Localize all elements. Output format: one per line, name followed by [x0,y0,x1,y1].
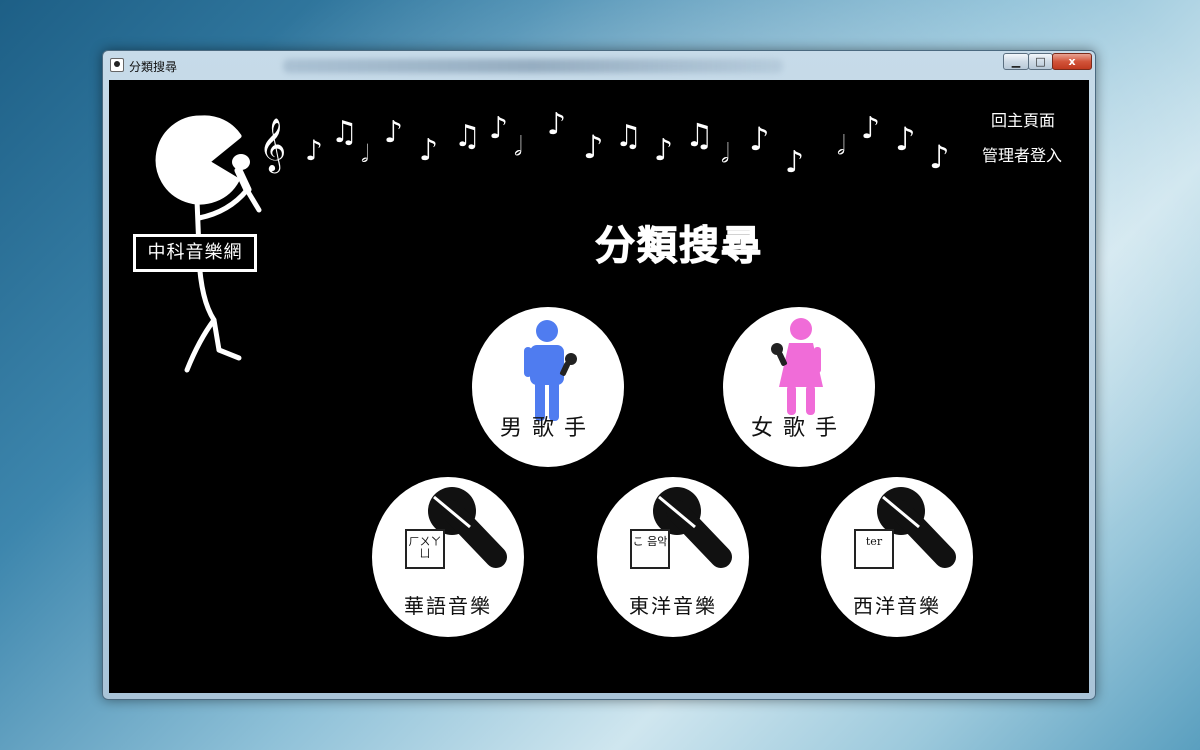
svg-text:♪: ♪ [489,111,508,146]
close-button[interactable]: x [1052,53,1092,70]
svg-text:♪: ♪ [785,145,804,180]
svg-text:♫: ♫ [685,116,714,154]
category-chinese-music[interactable]: ㄏㄨㄚㄩ 華語音樂 [372,477,524,637]
svg-text:𝅗𝅥: 𝅗𝅥 [514,132,522,162]
page-title: 分類搜尋 [595,223,763,270]
svg-text:♫: ♫ [615,119,642,154]
western-letters-tag: ter [854,529,894,569]
japanese-music-label: 東洋音樂 [629,594,717,618]
window-title: 分類搜尋 [129,60,178,74]
category-male-singer[interactable]: 男歌手 [472,307,624,467]
app-icon [110,58,124,72]
svg-text:♪: ♪ [547,107,566,142]
svg-text:♪: ♪ [654,133,673,168]
svg-text:𝅗𝅥: 𝅗𝅥 [361,140,369,168]
svg-text:♪: ♪ [583,128,603,166]
category-female-singer[interactable]: 女歌手 [723,307,875,467]
home-link[interactable]: 回主頁面 [991,107,1055,131]
svg-text:♪: ♪ [861,111,880,146]
svg-text:♪: ♪ [895,120,915,158]
svg-text:𝅗𝅥: 𝅗𝅥 [721,139,729,169]
male-singer-icon [524,320,577,421]
svg-text:𝅗𝅥: 𝅗𝅥 [837,131,845,161]
svg-text:♫: ♫ [454,119,481,154]
admin-login-link[interactable]: 管理者登入 [982,142,1062,166]
app-window: 分類搜尋 ▁ □ x 𝄞 ♪ ♫ 𝅗𝅥 ♪ ♪ ♫ ♪ 𝅗𝅥 ♪ ♪ ♫ ♪ ♫ [102,50,1096,700]
minimize-button[interactable]: ▁ [1003,53,1029,70]
svg-text:♪: ♪ [419,133,438,168]
female-singer-icon [771,318,823,415]
svg-text:♪: ♪ [384,115,403,150]
client-area: 𝄞 ♪ ♫ 𝅗𝅥 ♪ ♪ ♫ ♪ 𝅗𝅥 ♪ ♪ ♫ ♪ ♫ 𝅗𝅥 ♪ ♪ 𝅗𝅥 … [109,80,1089,693]
category-western-music[interactable]: ter 西洋音樂 [821,477,973,637]
svg-text:♪: ♪ [929,138,949,176]
female-singer-label: 女歌手 [750,416,847,441]
category-japanese-music[interactable]: こ 음악 東洋音樂 [597,477,749,637]
male-singer-label: 男歌手 [499,416,596,441]
western-music-label: 西洋音樂 [853,594,941,618]
chinese-music-label: 華語音樂 [404,594,492,618]
svg-text:♪: ♪ [749,120,769,158]
svg-text:♫: ♫ [331,115,358,150]
titlebar-glass [283,59,783,73]
maximize-button[interactable]: □ [1028,53,1053,70]
site-logo[interactable]: 中科音樂網 [133,234,257,272]
chinese-phonetic-tag: ㄏㄨㄚㄩ [405,529,445,569]
title-bar[interactable]: 分類搜尋 ▁ □ x [103,51,1095,79]
japanese-script-tag: こ 음악 [630,529,670,569]
